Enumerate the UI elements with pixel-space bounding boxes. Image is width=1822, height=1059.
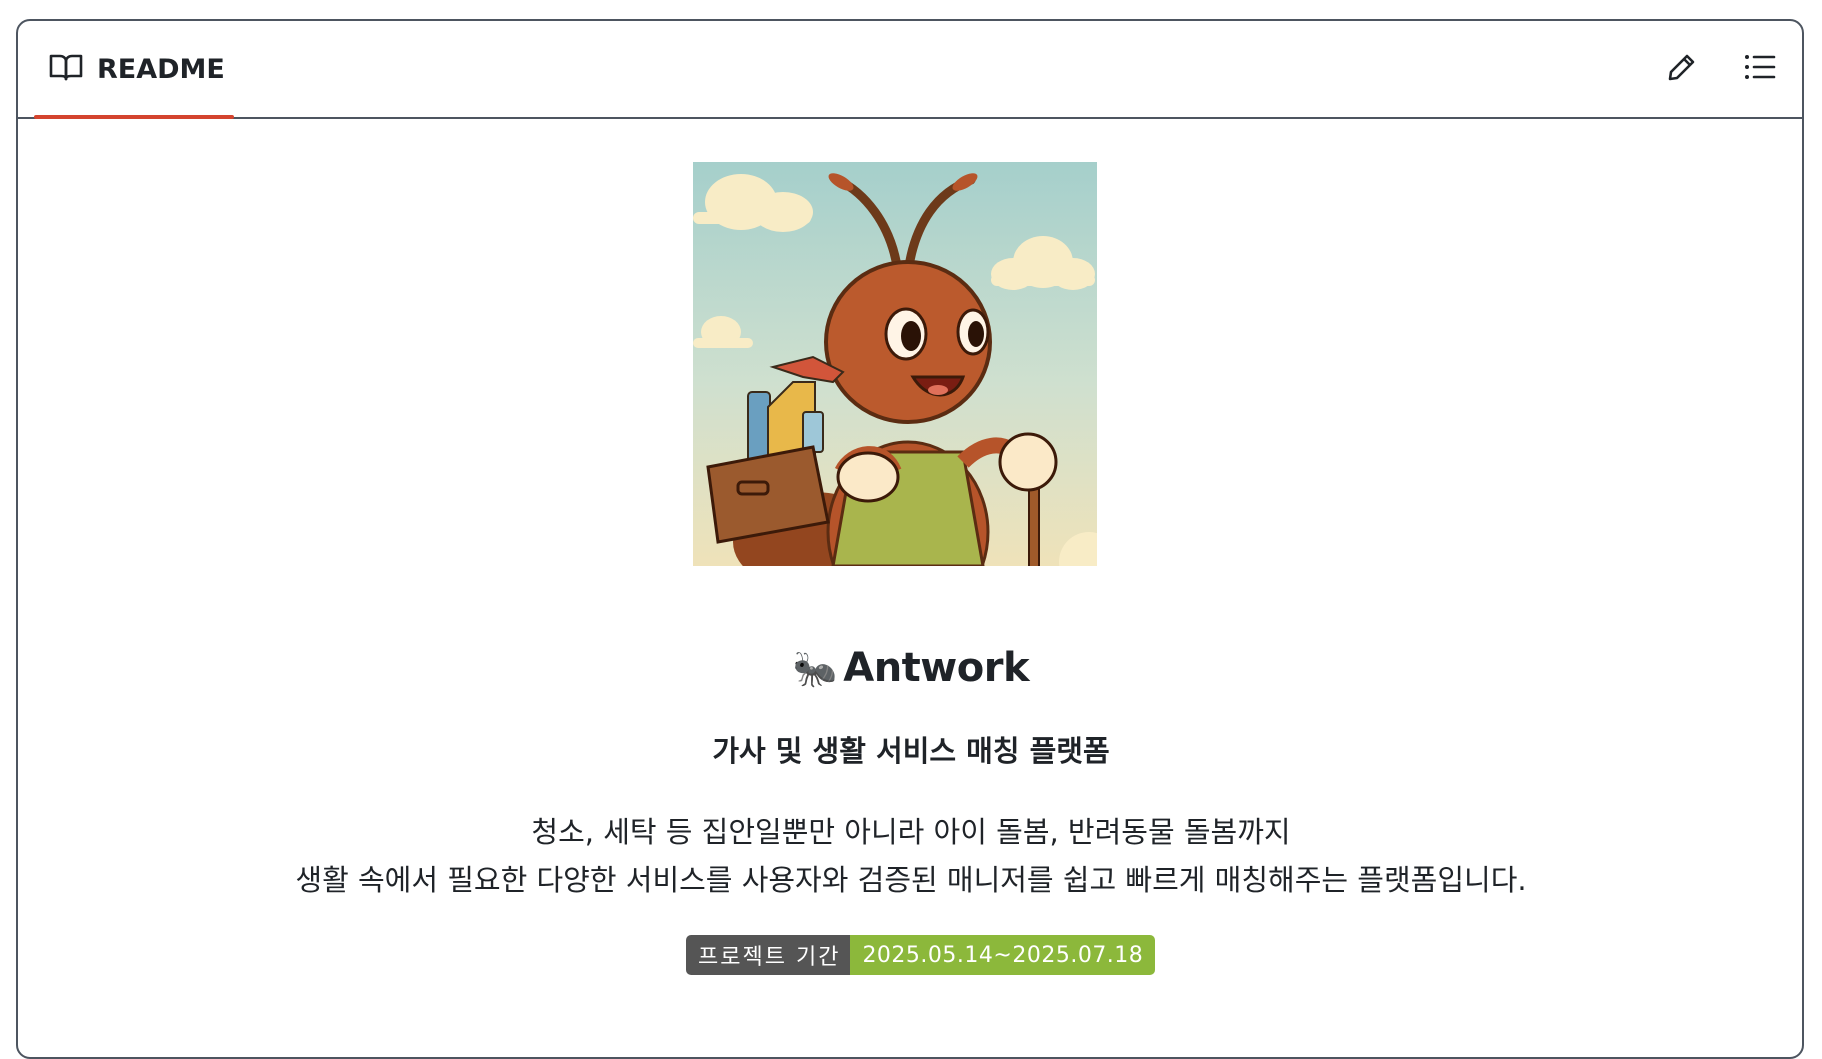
- project-period-badge: 프로젝트 기간 2025.05.14~2025.07.18: [686, 935, 1156, 975]
- project-description: 청소, 세탁 등 집안일뿐만 아니라 아이 돌봄, 반려동물 돌봄까지 생활 속…: [0, 808, 1822, 904]
- badge-value: 2025.05.14~2025.07.18: [850, 935, 1156, 975]
- readme-content: 🐜 Antwork 가사 및 생활 서비스 매칭 플랫폼 청소, 세탁 등 집안일…: [0, 0, 1822, 975]
- description-line-1: 청소, 세탁 등 집안일뿐만 아니라 아이 돌봄, 반려동물 돌봄까지: [531, 815, 1291, 849]
- antwork-mascot-image: [693, 162, 1097, 566]
- project-subtitle: 가사 및 생활 서비스 매칭 플랫폼: [712, 734, 1110, 768]
- badge-label: 프로젝트 기간: [686, 935, 851, 975]
- ant-emoji-icon: 🐜: [792, 649, 838, 690]
- project-title: 🐜 Antwork: [0, 645, 1822, 691]
- description-line-2: 생활 속에서 필요한 다양한 서비스를 사용자와 검증된 매니저를 쉽고 빠르게…: [295, 863, 1527, 897]
- project-title-text: Antwork: [843, 645, 1030, 691]
